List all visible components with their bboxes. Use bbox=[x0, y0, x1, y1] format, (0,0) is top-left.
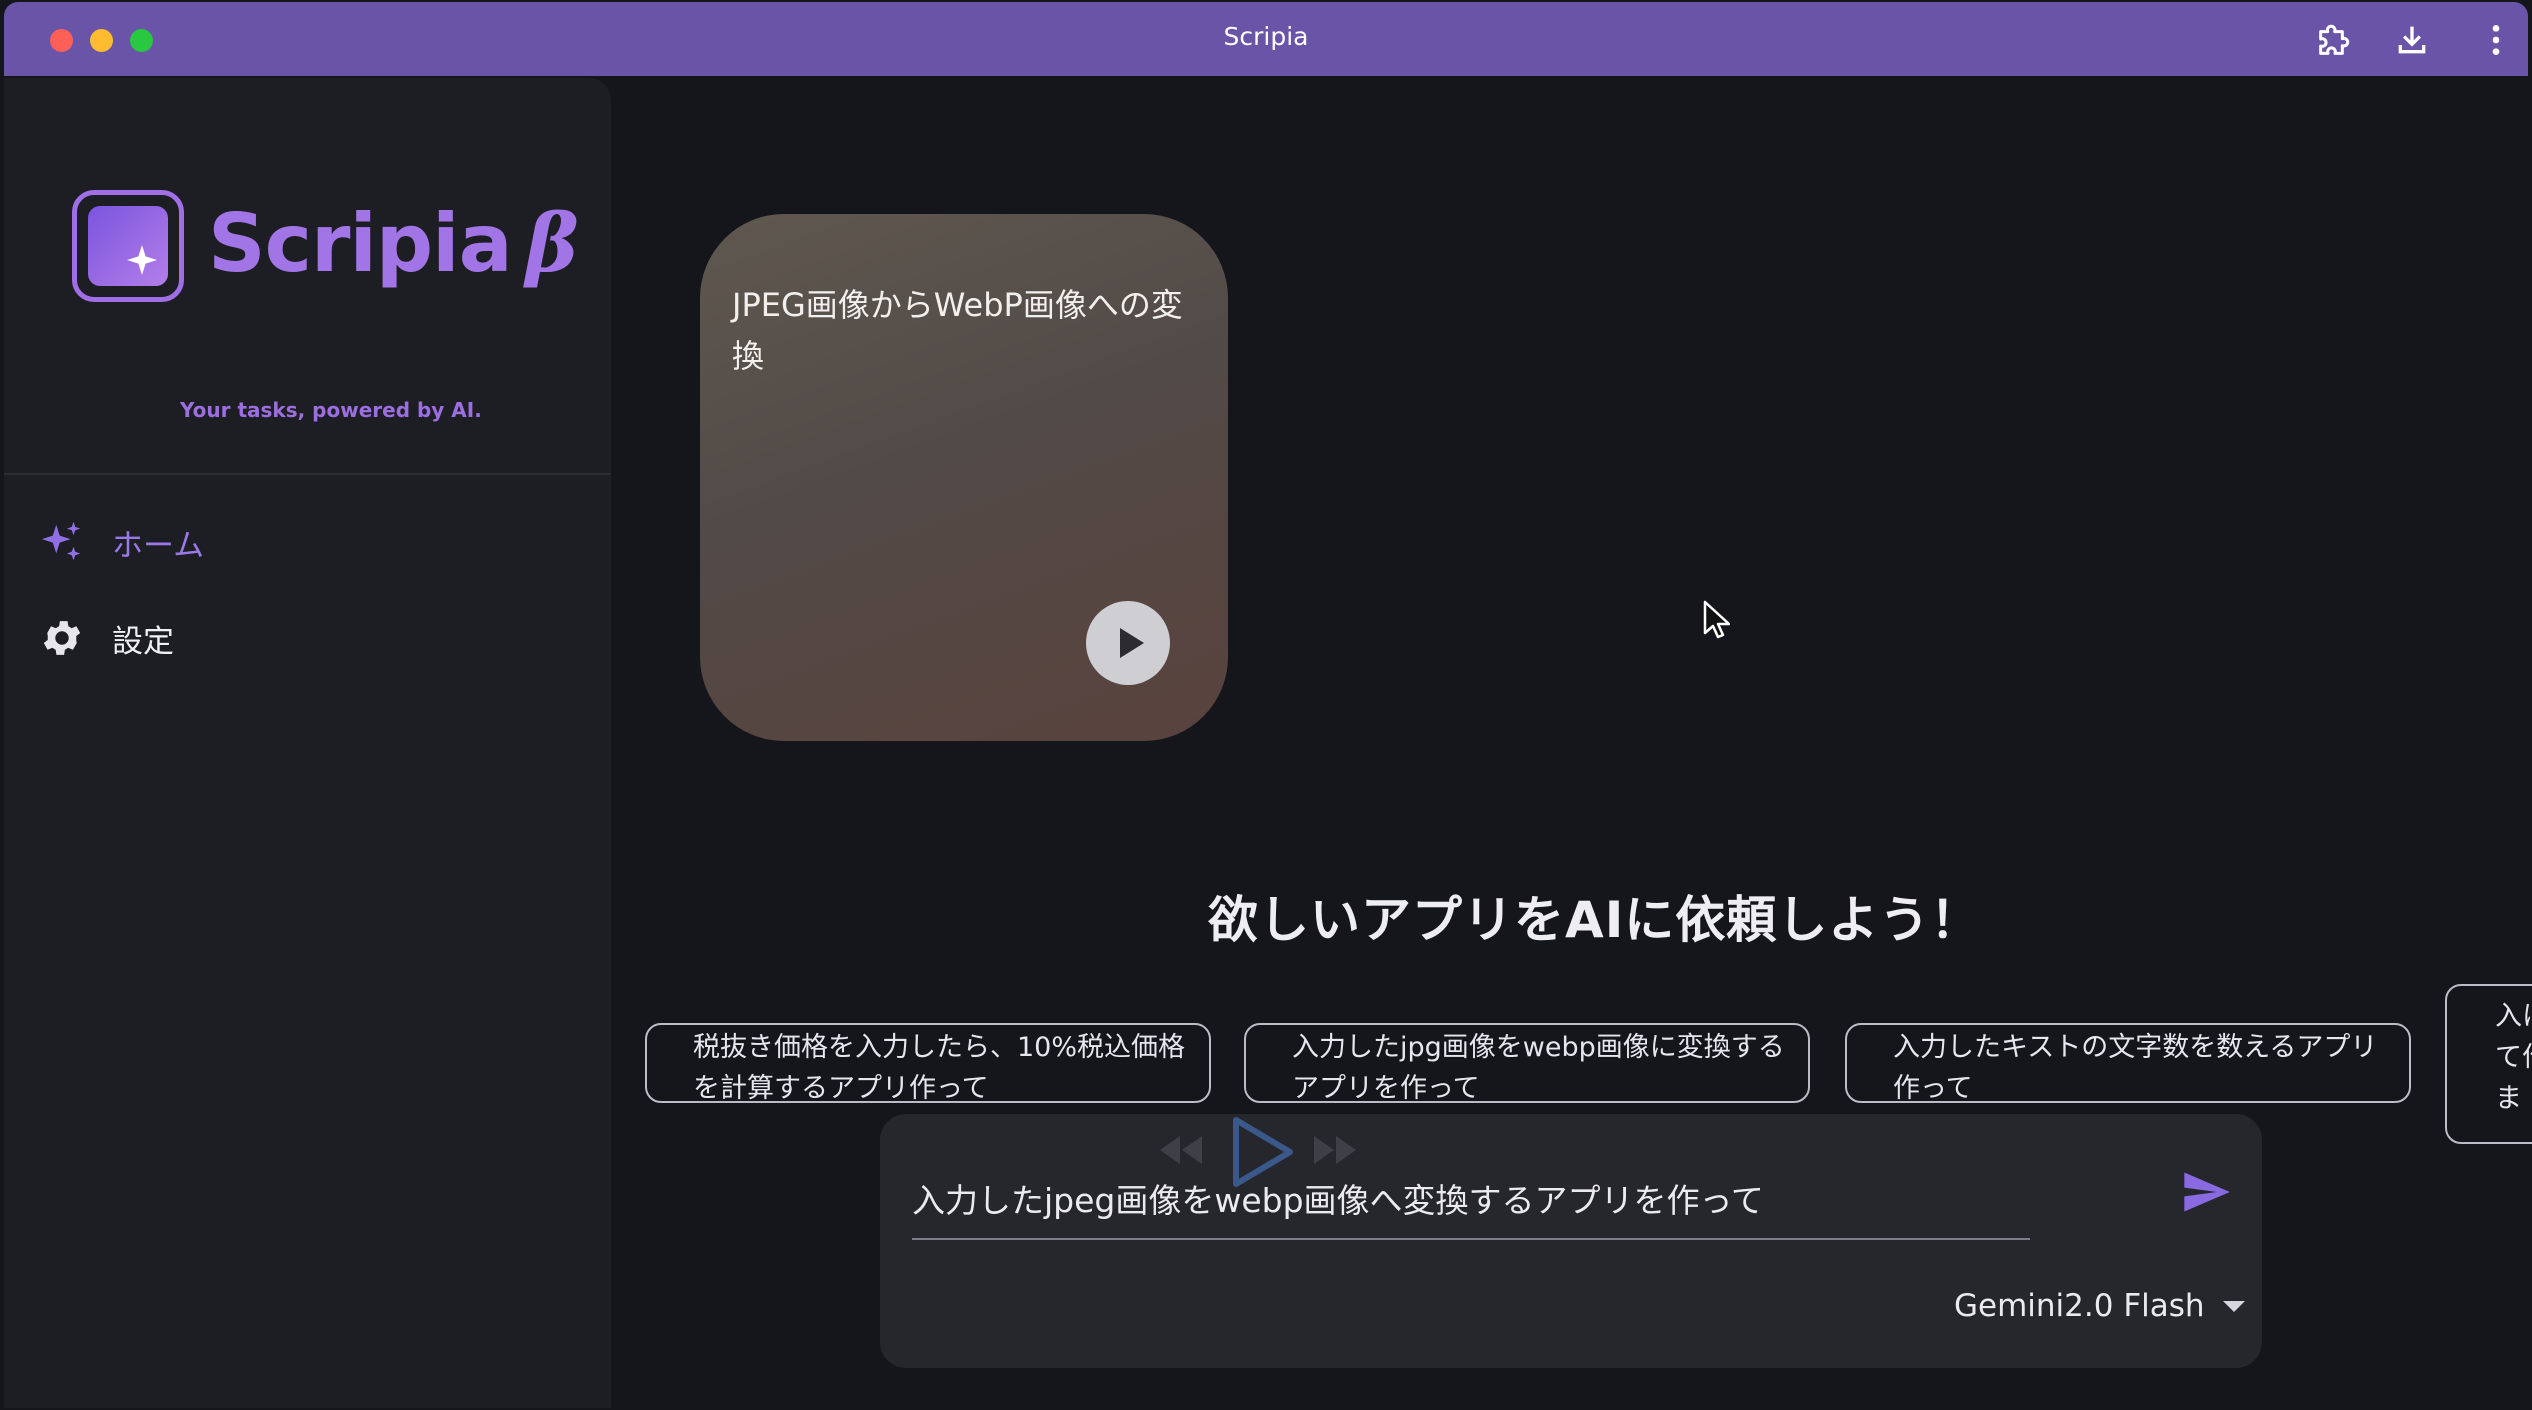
prompt-panel: 入力したjpeg画像をwebp画像へ変換するアプリを作って Gemini2.0 … bbox=[880, 1114, 2262, 1368]
extension-icon[interactable] bbox=[2314, 20, 2354, 60]
send-icon bbox=[2184, 1172, 2230, 1212]
app-logo bbox=[72, 190, 184, 302]
sidebar: Scripia β Your tasks, powered by AI. ホーム … bbox=[4, 78, 611, 1408]
suggestion-chip[interactable]: 入力したキストの文字数を数えるアプリ作って bbox=[1845, 1023, 2411, 1103]
sidebar-item-home[interactable]: ホーム bbox=[38, 512, 204, 572]
rewind-icon bbox=[1158, 1130, 1204, 1170]
sidebar-item-label: ホーム bbox=[112, 527, 205, 564]
play-outline-icon bbox=[1226, 1114, 1298, 1190]
app-tagline: Your tasks, powered by AI. bbox=[180, 398, 482, 422]
sparkle-logo-icon bbox=[127, 245, 157, 275]
prompt-underline bbox=[912, 1238, 2030, 1240]
play-icon bbox=[1120, 628, 1144, 658]
page-heading: 欲しいアプリをAIに依頼しよう！ bbox=[1208, 891, 1982, 949]
sidebar-item-settings[interactable]: 設定 bbox=[38, 608, 174, 668]
sidebar-item-label: 設定 bbox=[112, 623, 174, 660]
task-card-title: JPEG画像からWebP画像への変換 bbox=[732, 286, 1183, 375]
model-select-label: Gemini2.0 Flash bbox=[1954, 1288, 2205, 1324]
task-card[interactable]: JPEG画像からWebP画像への変換 bbox=[700, 214, 1228, 741]
sparkle-icon bbox=[38, 518, 86, 566]
sidebar-divider bbox=[4, 473, 611, 475]
window-title: Scripia bbox=[1223, 22, 1309, 51]
mouse-cursor bbox=[1703, 600, 1730, 639]
download-icon[interactable] bbox=[2392, 20, 2432, 60]
more-vert-icon[interactable] bbox=[2476, 20, 2516, 60]
prompt-input[interactable]: 入力したjpeg画像をwebp画像へ変換するアプリを作って bbox=[912, 1174, 1764, 1222]
dropdown-arrow-icon bbox=[2222, 1300, 2245, 1312]
app-name: Scripia β bbox=[208, 196, 579, 290]
window-titlebar: Scripia bbox=[4, 2, 2528, 76]
fast-forward-icon bbox=[1312, 1130, 1358, 1170]
suggestion-chip[interactable]: 税抜き価格を入力したら、10%税込価格を計算するアプリ作って bbox=[645, 1023, 1211, 1103]
suggestion-chip[interactable]: 入力したjpg画像をwebp画像に変換するアプリを作って bbox=[1244, 1023, 1810, 1103]
send-button[interactable] bbox=[2180, 1166, 2232, 1218]
gear-icon bbox=[38, 614, 86, 662]
suggestion-chip[interactable]: 入にて作ま bbox=[2445, 984, 2532, 1144]
play-button[interactable] bbox=[1086, 601, 1170, 685]
model-select[interactable]: Gemini2.0 Flash bbox=[1954, 1284, 2245, 1328]
